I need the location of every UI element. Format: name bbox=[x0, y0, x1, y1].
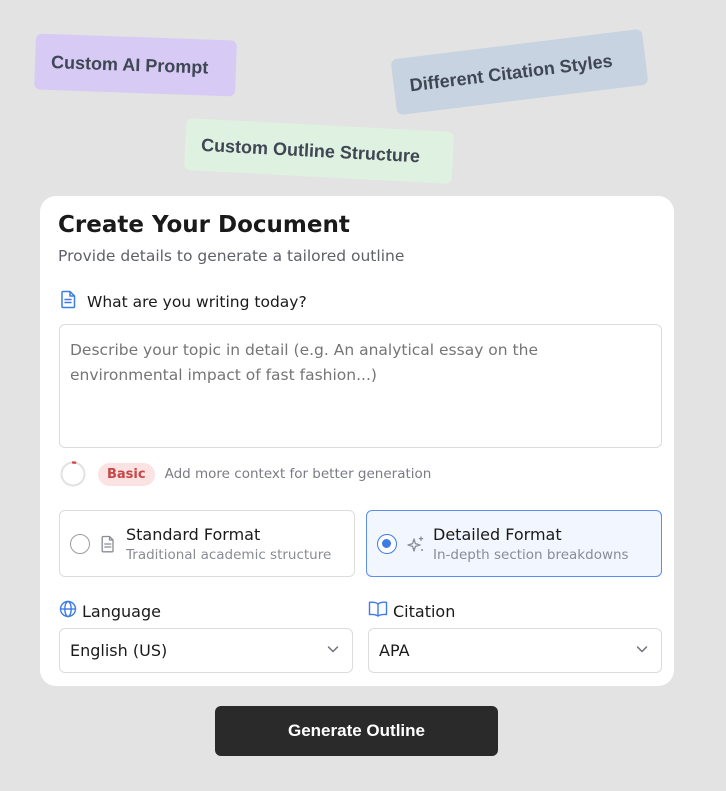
topic-question-label: What are you writing today? bbox=[87, 292, 307, 311]
feature-tag-outline-structure: Custom Outline Structure bbox=[183, 118, 455, 184]
globe-icon bbox=[59, 600, 77, 622]
quality-badge: Basic bbox=[98, 462, 155, 486]
generate-outline-button[interactable]: Generate Outline bbox=[215, 706, 498, 756]
topic-question: What are you writing today? bbox=[60, 290, 307, 313]
create-document-card: Create Your Document Provide details to … bbox=[40, 196, 674, 686]
citation-select[interactable]: APA bbox=[368, 628, 662, 673]
citation-select-value: APA bbox=[379, 641, 410, 660]
card-subtitle: Provide details to generate a tailored o… bbox=[58, 247, 405, 265]
book-icon bbox=[368, 600, 388, 622]
standard-format-title: Standard Format bbox=[126, 524, 261, 544]
detailed-format-option[interactable]: Detailed Format In-depth section breakdo… bbox=[366, 510, 662, 577]
feature-tag-custom-prompt: Custom AI Prompt bbox=[34, 33, 237, 97]
detailed-format-title: Detailed Format bbox=[433, 524, 562, 544]
language-select[interactable]: English (US) bbox=[59, 628, 353, 673]
chevron-down-icon bbox=[635, 641, 649, 660]
language-label: Language bbox=[59, 600, 161, 622]
standard-format-description: Traditional academic structure bbox=[126, 546, 332, 563]
sparkles-icon bbox=[406, 535, 424, 553]
quality-hint: Add more context for better generation bbox=[164, 466, 432, 482]
topic-input[interactable] bbox=[59, 324, 662, 448]
detailed-format-description: In-depth section breakdowns bbox=[433, 546, 629, 563]
document-icon bbox=[60, 290, 77, 313]
citation-label-text: Citation bbox=[393, 601, 456, 621]
detailed-format-radio[interactable] bbox=[377, 533, 397, 554]
standard-format-option[interactable]: Standard Format Traditional academic str… bbox=[59, 510, 355, 577]
standard-format-radio[interactable] bbox=[70, 533, 90, 554]
citation-label: Citation bbox=[368, 600, 455, 622]
chevron-down-icon bbox=[326, 641, 340, 660]
language-select-value: English (US) bbox=[70, 641, 168, 660]
card-title: Create Your Document bbox=[58, 212, 350, 238]
language-label-text: Language bbox=[82, 601, 161, 621]
document-icon bbox=[99, 535, 117, 553]
quality-meter: Basic Add more context for better genera… bbox=[60, 461, 431, 487]
feature-tag-citation-styles: Different Citation Styles bbox=[390, 28, 649, 116]
progress-ring-icon bbox=[60, 461, 86, 487]
